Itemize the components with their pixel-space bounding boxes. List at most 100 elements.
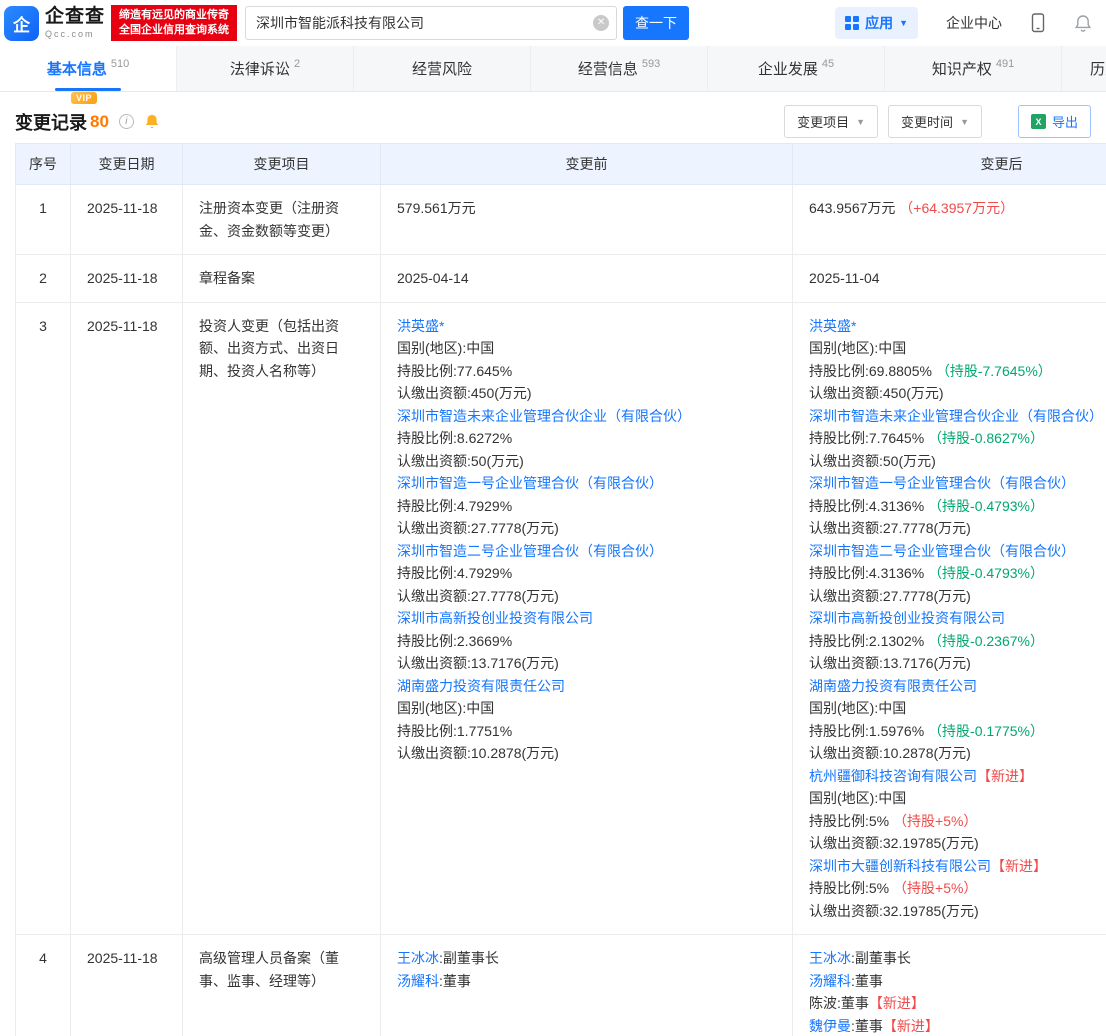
cell-line: 认缴出资额:27.7778(万元) — [809, 517, 1106, 540]
section-actions: 变更项目 ▼ 变更时间 ▼ X 导出 — [784, 105, 1091, 138]
cell-line: 持股比例:4.7929% — [397, 495, 776, 518]
cell-line: 深圳市智造二号企业管理合伙（有限合伙） — [809, 540, 1106, 563]
cell-text: :董事 — [851, 973, 883, 989]
search-area: ✕ 查一下 — [245, 6, 689, 40]
tab-1[interactable]: 基本信息510 — [0, 46, 177, 91]
cell-line: 认缴出资额:32.19785(万元) — [809, 832, 1106, 855]
tab-6[interactable]: 知识产权491 — [885, 46, 1062, 91]
entity-link[interactable]: 深圳市高新投创业投资有限公司 — [397, 610, 593, 626]
tab-2[interactable]: 法律诉讼2 — [177, 46, 354, 91]
cell-text: 认缴出资额:27.7778(万元) — [809, 520, 971, 536]
export-button[interactable]: X 导出 — [1018, 105, 1091, 138]
entity-link[interactable]: 深圳市高新投创业投资有限公司 — [809, 610, 1005, 626]
enterprise-center-link[interactable]: 企业中心 — [946, 13, 1002, 33]
cell-line: 深圳市大疆创新科技有限公司【新进】 — [809, 855, 1106, 878]
apps-grid-icon — [845, 16, 859, 30]
mobile-app-icon[interactable] — [1030, 13, 1046, 33]
entity-link[interactable]: 深圳市大疆创新科技有限公司 — [809, 858, 991, 874]
cell-text: 持股比例:1.7751% — [397, 723, 512, 739]
logo-subtitle: Qcc.com — [45, 29, 105, 39]
header-before: 变更前 — [381, 144, 793, 185]
entity-link[interactable]: 王冰冰 — [809, 950, 851, 966]
cell-text: 国别(地区):中国 — [809, 790, 906, 806]
section-title: 变更记录 — [15, 109, 87, 135]
entity-link[interactable]: 汤耀科 — [809, 973, 851, 989]
entity-link[interactable]: 深圳市智造一号企业管理合伙（有限合伙） — [397, 475, 663, 491]
chevron-down-icon: ▼ — [856, 117, 865, 127]
entity-link[interactable]: 王冰冰 — [397, 950, 439, 966]
cell-text: 【新进】 — [883, 1018, 939, 1034]
entity-link[interactable]: 杭州疆御科技咨询有限公司 — [809, 768, 977, 784]
cell-text: 持股比例:8.6272% — [397, 430, 512, 446]
cell-text: 国别(地区):中国 — [397, 340, 494, 356]
qcc-logo[interactable]: 企 企查查 Qcc.com — [4, 6, 105, 41]
cell-text: :董事 — [837, 995, 869, 1011]
entity-link[interactable]: 深圳市智造二号企业管理合伙（有限合伙） — [397, 543, 663, 559]
header-no: 序号 — [16, 144, 71, 185]
info-icon[interactable]: i — [119, 114, 134, 129]
filter-change-time-button[interactable]: 变更时间 ▼ — [888, 105, 982, 138]
cell-line: 2025-04-14 — [397, 267, 776, 290]
change-item: 高级管理人员备案（董事、监事、经理等） — [183, 935, 381, 1036]
entity-link[interactable]: 魏伊曼 — [809, 1018, 851, 1034]
entity-link[interactable]: 汤耀科 — [397, 973, 439, 989]
cell-line: 持股比例:5% （持股+5%） — [809, 877, 1106, 900]
cell-line: 持股比例:4.7929% — [397, 562, 776, 585]
entity-link[interactable]: 湖南盛力投资有限责任公司 — [809, 678, 977, 694]
cell-line: 认缴出资额:27.7778(万元) — [397, 517, 776, 540]
chevron-down-icon: ▼ — [960, 117, 969, 127]
cell-line: 认缴出资额:27.7778(万元) — [397, 585, 776, 608]
cell-text: 持股比例:5% — [809, 880, 893, 896]
cell-text: （持股+5%） — [893, 813, 977, 829]
entity-link[interactable]: 洪英盛* — [397, 318, 444, 334]
change-table-body: 12025-11-18注册资本变更（注册资金、资金数额等变更）579.561万元… — [16, 185, 1106, 1036]
cell-text: 持股比例:1.5976% — [809, 723, 928, 739]
cell-text: :董事 — [439, 973, 471, 989]
cell-line: 深圳市智造二号企业管理合伙（有限合伙） — [397, 540, 776, 563]
cell-line: 认缴出资额:10.2878(万元) — [397, 742, 776, 765]
notification-bell-icon[interactable] — [1074, 14, 1092, 33]
apps-label: 应用 — [865, 13, 893, 33]
cell-text: 持股比例:4.7929% — [397, 498, 512, 514]
cell-line: 国别(地区):中国 — [809, 337, 1106, 360]
entity-link[interactable]: 深圳市智造未来企业管理合伙企业（有限合伙） — [809, 408, 1103, 424]
apps-dropdown[interactable]: 应用 ▼ — [835, 7, 918, 39]
change-date: 2025-11-18 — [71, 302, 183, 935]
top-bar: 企 企查查 Qcc.com 缔造有远见的商业传奇 全国企业信用查询系统 ✕ 查一… — [0, 0, 1106, 46]
tab-3[interactable]: 经营风险 — [354, 46, 531, 91]
cell-text: 持股比例:2.1302% — [809, 633, 928, 649]
entity-link[interactable]: 深圳市智造二号企业管理合伙（有限合伙） — [809, 543, 1075, 559]
change-after: 2025-11-04 — [793, 255, 1106, 303]
entity-link[interactable]: 深圳市智造未来企业管理合伙企业（有限合伙） — [397, 408, 691, 424]
cell-line: 认缴出资额:10.2878(万元) — [809, 742, 1106, 765]
top-right-actions: 应用 ▼ 企业中心 — [835, 7, 1092, 39]
search-input[interactable] — [245, 6, 617, 40]
cell-text: （持股-0.8627%） — [928, 430, 1044, 446]
header-after: 变更后 — [793, 144, 1106, 185]
row-index: 2 — [16, 255, 71, 303]
cell-text: 认缴出资额:50(万元) — [397, 453, 524, 469]
excel-icon: X — [1031, 114, 1046, 129]
header-date: 变更日期 — [71, 144, 183, 185]
entity-link[interactable]: 洪英盛* — [809, 318, 856, 334]
filter-change-item-button[interactable]: 变更项目 ▼ — [784, 105, 878, 138]
cell-line: 国别(地区):中国 — [397, 697, 776, 720]
monitor-bell-icon[interactable] — [144, 113, 160, 130]
tab-5[interactable]: 企业发展45 — [708, 46, 885, 91]
clear-search-icon[interactable]: ✕ — [593, 15, 609, 31]
row-index: 1 — [16, 185, 71, 255]
tab-7[interactable]: 历史信息 — [1062, 46, 1106, 91]
cell-line: 认缴出资额:32.19785(万元) — [809, 900, 1106, 923]
tab-label: 经营风险 — [412, 58, 472, 79]
cell-line: 持股比例:7.7645% （持股-0.8627%） — [809, 427, 1106, 450]
change-record-table-wrap: 序号 变更日期 变更项目 变更前 变更后 12025-11-18注册资本变更（注… — [0, 143, 1106, 1036]
cell-text: 认缴出资额:27.7778(万元) — [397, 520, 559, 536]
row-index: 3 — [16, 302, 71, 935]
entity-link[interactable]: 深圳市智造一号企业管理合伙（有限合伙） — [809, 475, 1075, 491]
tab-count: 510 — [111, 58, 129, 70]
search-button[interactable]: 查一下 — [623, 6, 689, 40]
tab-4[interactable]: 经营信息593 — [531, 46, 708, 91]
entity-link[interactable]: 湖南盛力投资有限责任公司 — [397, 678, 565, 694]
cell-line: 魏伊曼:董事【新进】 — [809, 1015, 1106, 1036]
change-before: 2025-04-14 — [381, 255, 793, 303]
